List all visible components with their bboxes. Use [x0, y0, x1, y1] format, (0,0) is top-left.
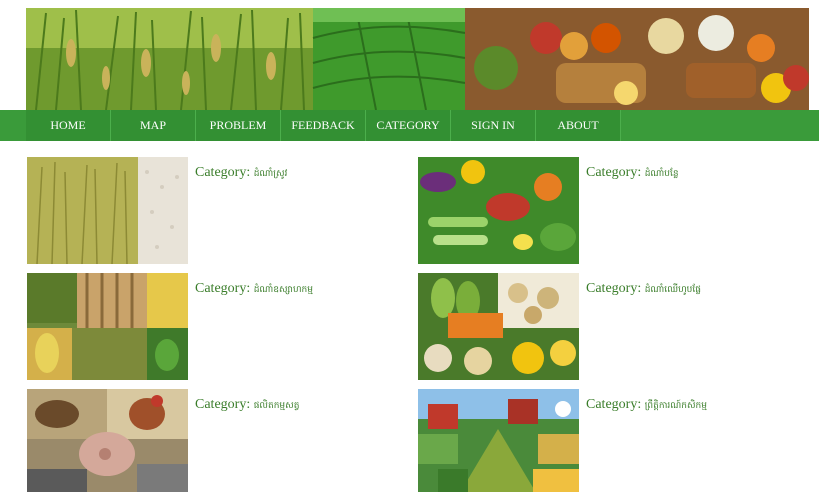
nav-category[interactable]: CATEGORY — [366, 110, 451, 141]
category-label: Category: ដំណាំស្រូវ — [195, 165, 287, 181]
main-navigation: HOME MAP PROBLEM FEEDBACK CATEGORY SIGN … — [0, 110, 819, 141]
category-prefix: Category: — [195, 165, 251, 180]
fruit-trees-thumbnail[interactable] — [418, 273, 579, 380]
banner-image — [26, 8, 809, 110]
category-prefix: Category: — [586, 397, 642, 412]
category-item-agricultural-events: Category: ព្រឹត្តិការណ៍កសិកម្ម — [418, 389, 798, 492]
nav-sign-in[interactable]: SIGN IN — [451, 110, 536, 141]
header-banner — [26, 8, 809, 110]
livestock-thumbnail[interactable] — [27, 389, 188, 492]
nav-about[interactable]: ABOUT — [536, 110, 621, 141]
category-label: Category: ដំណាំបន្លែ — [586, 165, 679, 181]
nav-feedback[interactable]: FEEDBACK — [281, 110, 366, 141]
category-item-rice: Category: ដំណាំស្រូវ — [27, 157, 407, 265]
category-item-fruit-trees: Category: ដំណាំឈើហូបផ្លែ — [418, 273, 798, 381]
category-name-link[interactable]: ដំណាំឈើហូបផ្លែ — [645, 285, 701, 295]
industrial-crops-thumbnail[interactable] — [27, 273, 188, 380]
category-prefix: Category: — [586, 165, 642, 180]
category-label: Category: ព្រឹត្តិការណ៍កសិកម្ម — [586, 397, 707, 413]
category-label: Category: ដំណាំឧស្សាហកម្ម — [195, 281, 313, 297]
agricultural-events-thumbnail[interactable] — [418, 389, 579, 492]
category-prefix: Category: — [195, 397, 251, 412]
category-name-link[interactable]: ដំណាំបន្លែ — [645, 169, 679, 179]
category-name-link[interactable]: ដំណាំឧស្សាហកម្ម — [254, 285, 313, 295]
category-prefix: Category: — [195, 281, 251, 296]
category-prefix: Category: — [586, 281, 642, 296]
category-label: Category: ផលិតកម្មសត្វ — [195, 397, 299, 413]
category-item-industrial-crops: Category: ដំណាំឧស្សាហកម្ម — [27, 273, 407, 381]
category-item-vegetables: Category: ដំណាំបន្លែ — [418, 157, 798, 265]
category-name-link[interactable]: ដំណាំស្រូវ — [254, 169, 288, 179]
category-label: Category: ដំណាំឈើហូបផ្លែ — [586, 281, 701, 297]
category-name-link[interactable]: ព្រឹត្តិការណ៍កសិកម្ម — [645, 401, 707, 411]
category-item-livestock: Category: ផលិតកម្មសត្វ — [27, 389, 407, 492]
nav-home[interactable]: HOME — [26, 110, 111, 141]
nav-problem[interactable]: PROBLEM — [196, 110, 281, 141]
rice-thumbnail[interactable] — [27, 157, 188, 264]
category-name-link[interactable]: ផលិតកម្មសត្វ — [254, 401, 300, 411]
vegetables-thumbnail[interactable] — [418, 157, 579, 264]
nav-map[interactable]: MAP — [111, 110, 196, 141]
